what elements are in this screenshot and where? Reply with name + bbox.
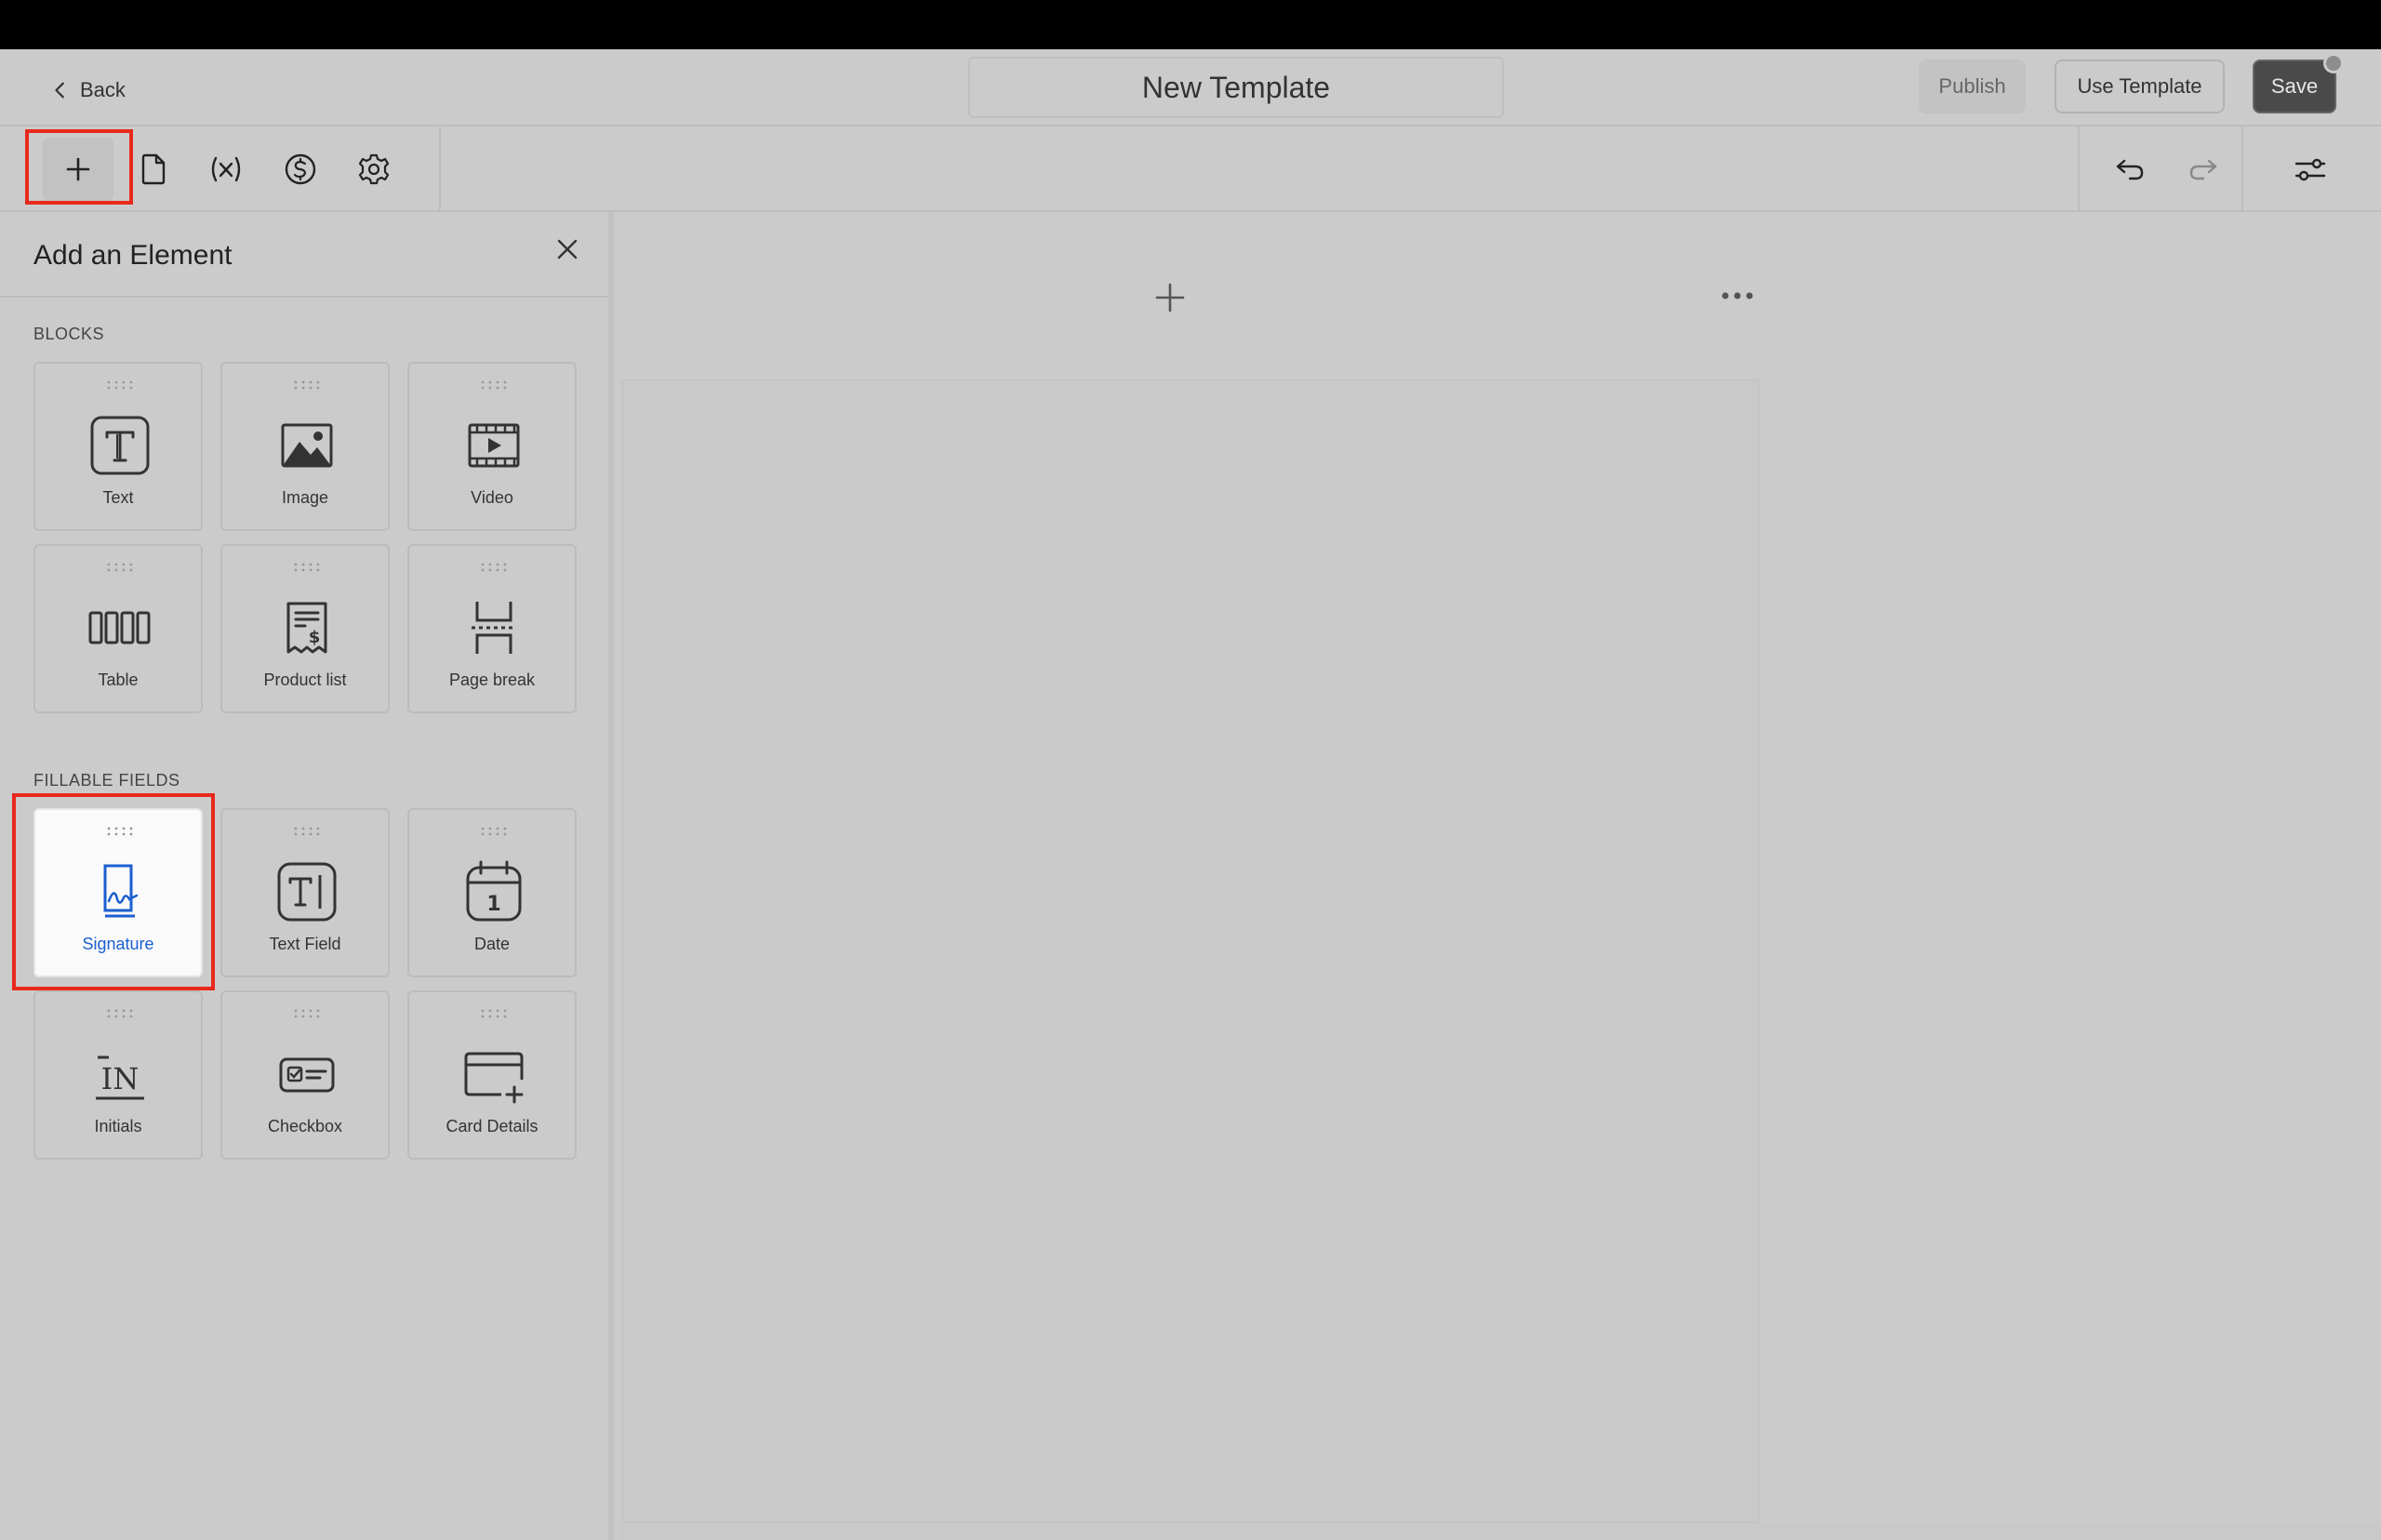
- initials-icon-glyph: IN: [101, 1061, 140, 1096]
- field-tile-initials[interactable]: IN Initials: [33, 990, 203, 1160]
- block-tile-text[interactable]: Text: [33, 362, 203, 531]
- block-tile-page-break[interactable]: Page break: [407, 544, 577, 713]
- redo-icon: [2189, 159, 2217, 180]
- gear-icon: [358, 153, 390, 185]
- drag-handle-icon: [481, 1009, 507, 1018]
- tile-label: Card Details: [446, 1117, 539, 1135]
- toolbar-divider: [439, 126, 441, 212]
- redo-button[interactable]: [2181, 147, 2226, 192]
- drag-handle-icon: [481, 827, 507, 836]
- field-tile-date[interactable]: 1 Date: [407, 808, 577, 977]
- tile-label: Video: [471, 488, 513, 507]
- add-section-plus-icon[interactable]: [1150, 277, 1190, 318]
- status-dot: [2323, 53, 2344, 73]
- tile-label: Table: [98, 670, 139, 689]
- chevron-left-icon: [55, 82, 64, 99]
- block-tile-product-list[interactable]: $ Product list: [220, 544, 390, 713]
- drag-handle-icon: [481, 563, 507, 572]
- toolbar-divider: [2241, 126, 2243, 212]
- drag-handle-icon: [294, 827, 320, 836]
- variable-icon: [211, 156, 241, 182]
- image-icon: [281, 423, 333, 468]
- block-tile-image[interactable]: Image: [220, 362, 390, 531]
- tile-label: Text Field: [269, 935, 341, 953]
- tile-label: Product list: [263, 670, 347, 689]
- block-tile-table[interactable]: Table: [33, 544, 203, 713]
- header: Back New Template Publish Use Template S…: [0, 49, 2381, 126]
- tile-label: Checkbox: [267, 1117, 343, 1135]
- date-icon: 1: [466, 860, 522, 922]
- publish-button[interactable]: Publish: [1919, 60, 2026, 113]
- drag-handle-icon: [107, 1009, 133, 1018]
- video-icon: [468, 423, 520, 468]
- back-label: Back: [80, 78, 126, 101]
- date-icon-day: 1: [486, 893, 500, 916]
- settings-sliders-icon: [2295, 158, 2326, 181]
- undo-icon: [2116, 159, 2144, 180]
- back-button[interactable]: Back: [50, 72, 126, 109]
- tile-label: Date: [473, 935, 511, 953]
- block-tile-video[interactable]: Video: [407, 362, 577, 531]
- toolbar-divider: [2078, 126, 2080, 212]
- drag-handle-icon: [294, 1009, 320, 1018]
- template-title-input[interactable]: New Template: [968, 57, 1504, 118]
- blocks-section-label: BLOCKS: [33, 325, 105, 343]
- display-settings-button[interactable]: [2288, 147, 2333, 192]
- card-details-icon: [464, 1052, 524, 1104]
- document-icon: [141, 153, 166, 185]
- variables-button[interactable]: [204, 147, 248, 192]
- undo-button[interactable]: [2108, 147, 2152, 192]
- tile-label: Image: [281, 488, 329, 507]
- drag-handle-icon: [481, 380, 507, 390]
- document-page[interactable]: [621, 379, 1760, 1523]
- tile-label: Text: [102, 488, 134, 507]
- drag-handle-icon: [294, 563, 320, 572]
- highlight-box: [25, 129, 133, 205]
- checkbox-icon: [279, 1057, 335, 1093]
- product-list-icon: $: [286, 602, 327, 654]
- tile-label: Initials: [94, 1117, 142, 1135]
- drag-handle-icon: [294, 380, 320, 390]
- more-options-icon[interactable]: [1719, 286, 1756, 305]
- fillable-fields-section-label: FILLABLE FIELDS: [33, 771, 180, 790]
- use-template-button[interactable]: Use Template: [2055, 60, 2225, 113]
- text-field-icon: [277, 862, 337, 922]
- close-icon[interactable]: [554, 236, 580, 262]
- document-button[interactable]: [131, 147, 176, 192]
- page-break-icon: [472, 602, 516, 654]
- field-tile-text-field[interactable]: Text Field: [220, 808, 390, 977]
- tile-label: Page break: [448, 670, 536, 689]
- toolbar: [0, 126, 2381, 212]
- svg-text:$: $: [309, 628, 321, 647]
- table-icon: [88, 611, 151, 644]
- panel-divider: [0, 296, 608, 298]
- system-top-bar: [0, 0, 2381, 49]
- drag-handle-icon: [107, 563, 133, 572]
- text-icon: [90, 416, 150, 475]
- highlight-box: [12, 793, 215, 990]
- initials-icon: IN: [96, 1055, 144, 1100]
- canvas-header: [619, 212, 2381, 379]
- settings-button[interactable]: [352, 147, 396, 192]
- canvas-bottom: [619, 1523, 2381, 1540]
- field-tile-checkbox[interactable]: Checkbox: [220, 990, 390, 1160]
- pricing-button[interactable]: [278, 147, 323, 192]
- drag-handle-icon: [107, 380, 133, 390]
- dollar-icon: [285, 153, 316, 185]
- panel-title: Add an Element: [33, 240, 233, 271]
- field-tile-card-details[interactable]: Card Details: [407, 990, 577, 1160]
